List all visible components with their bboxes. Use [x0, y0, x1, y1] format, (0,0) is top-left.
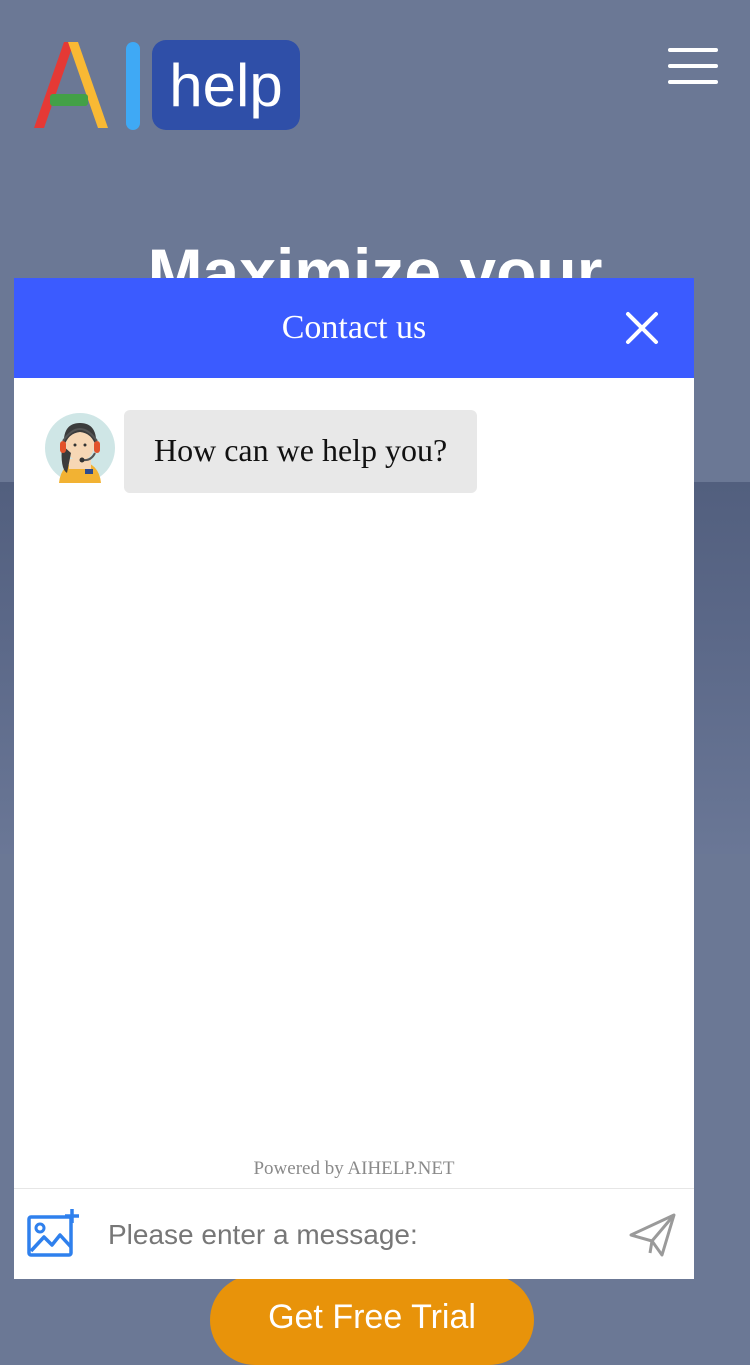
menu-icon: [668, 48, 718, 52]
message-input[interactable]: [106, 1209, 610, 1261]
send-icon[interactable]: [628, 1211, 678, 1259]
agent-message-bubble: How can we help you?: [124, 410, 478, 493]
powered-by-label: Powered by AIHELP.NET: [253, 1158, 455, 1179]
image-upload-icon[interactable]: [26, 1207, 82, 1259]
chat-title: Contact us: [281, 309, 427, 346]
agent-avatar-icon: [45, 413, 115, 483]
contact-chat-panel: Contact us How can we help you? Powered …: [14, 278, 694, 1279]
aihelp-logo[interactable]: help: [28, 38, 303, 134]
logo-text: help: [169, 52, 282, 119]
menu-button[interactable]: [666, 46, 722, 86]
chat-header: Contact us: [14, 278, 694, 378]
message-input-bar: [14, 1188, 694, 1279]
site-header: help: [0, 0, 750, 170]
close-icon[interactable]: [622, 308, 662, 348]
get-free-trial-button[interactable]: Get Free Trial: [210, 1275, 534, 1365]
